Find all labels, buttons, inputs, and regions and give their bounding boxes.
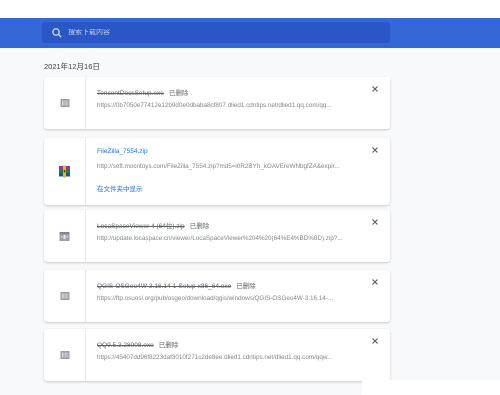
top-bar <box>0 0 500 18</box>
file-name-line: QGIS-OSGeo4W-3.16.14-1-Setup-x86_64.exe 已… <box>97 280 256 290</box>
status-text: 已删除 <box>168 90 189 97</box>
download-item: FileZilla_7554.zip http://soft.mocntoys.… <box>44 138 390 205</box>
bottom-overlay <box>362 380 500 395</box>
status-text: 已删除 <box>236 283 256 290</box>
file-name-link[interactable]: FileZilla_7554.zip <box>97 148 148 155</box>
close-icon[interactable] <box>370 84 380 94</box>
file-name-link[interactable]: LocaSpaceViewer 4 (64位).zip <box>97 223 185 230</box>
close-icon[interactable] <box>370 217 380 227</box>
status-text: 已删除 <box>189 223 210 230</box>
file-icon-cell <box>44 210 86 262</box>
file-name-line: TencentDocsSetup.exe 已删除 <box>97 87 188 97</box>
status-text: 已删除 <box>158 342 179 349</box>
file-icon-cell <box>44 329 86 381</box>
file-url-link[interactable]: https://45407dd96f8223daf3010f271c2de8ee… <box>97 354 352 361</box>
file-icon-cell <box>44 270 86 322</box>
file-name-line: LocaSpaceViewer 4 (64位).zip 已删除 <box>97 220 209 230</box>
file-name-link[interactable]: QQ9.5.3.28008.exe <box>97 342 154 349</box>
downloads-toolbar <box>0 18 500 48</box>
file-name-link[interactable]: QGIS-OSGeo4W-3.16.14-1-Setup-x86_64.exe <box>97 283 231 290</box>
winrar-archive-icon <box>59 165 70 177</box>
show-in-folder-link[interactable]: 在文件夹中显示 <box>97 183 143 193</box>
generic-file-icon <box>60 292 69 300</box>
file-icon-cell <box>44 77 86 129</box>
file-url-link[interactable]: http://soft.mocntoys.com/FileZilla_7554.… <box>97 163 352 170</box>
close-icon[interactable] <box>370 336 380 346</box>
file-icon-cell <box>44 138 86 205</box>
generic-file-icon <box>60 351 69 359</box>
file-name-line: QQ9.5.3.28008.exe 已删除 <box>97 339 178 349</box>
search-icon <box>52 27 62 38</box>
archive-icon <box>59 231 70 241</box>
close-icon[interactable] <box>370 277 380 287</box>
search-input[interactable] <box>68 29 368 36</box>
download-item: LocaSpaceViewer 4 (64位).zip 已删除 http://up… <box>44 210 390 262</box>
file-name-line: FileZilla_7554.zip <box>97 148 148 155</box>
download-item: QQ9.5.3.28008.exe 已删除 https://45407dd96f8… <box>44 329 390 381</box>
file-name-link[interactable]: TencentDocsSetup.exe <box>97 90 164 97</box>
date-header: 2021年12月16日 <box>44 62 100 71</box>
file-url-link[interactable]: https://0b7050e77412e12b9d0e0dbaba8cf807… <box>97 102 352 109</box>
file-url-link[interactable]: https://ftp.osuosl.org/pub/osgeo/downloa… <box>97 295 352 302</box>
file-url-link[interactable]: http://update.locaspace.cn/viewer/LocaSp… <box>97 235 352 242</box>
generic-file-icon <box>60 99 69 107</box>
download-item: QGIS-OSGeo4W-3.16.14-1-Setup-x86_64.exe 已… <box>44 270 390 322</box>
download-item: TencentDocsSetup.exe 已删除 https://0b7050e7… <box>44 77 390 129</box>
close-icon[interactable] <box>370 145 380 155</box>
search-box[interactable] <box>42 22 390 43</box>
